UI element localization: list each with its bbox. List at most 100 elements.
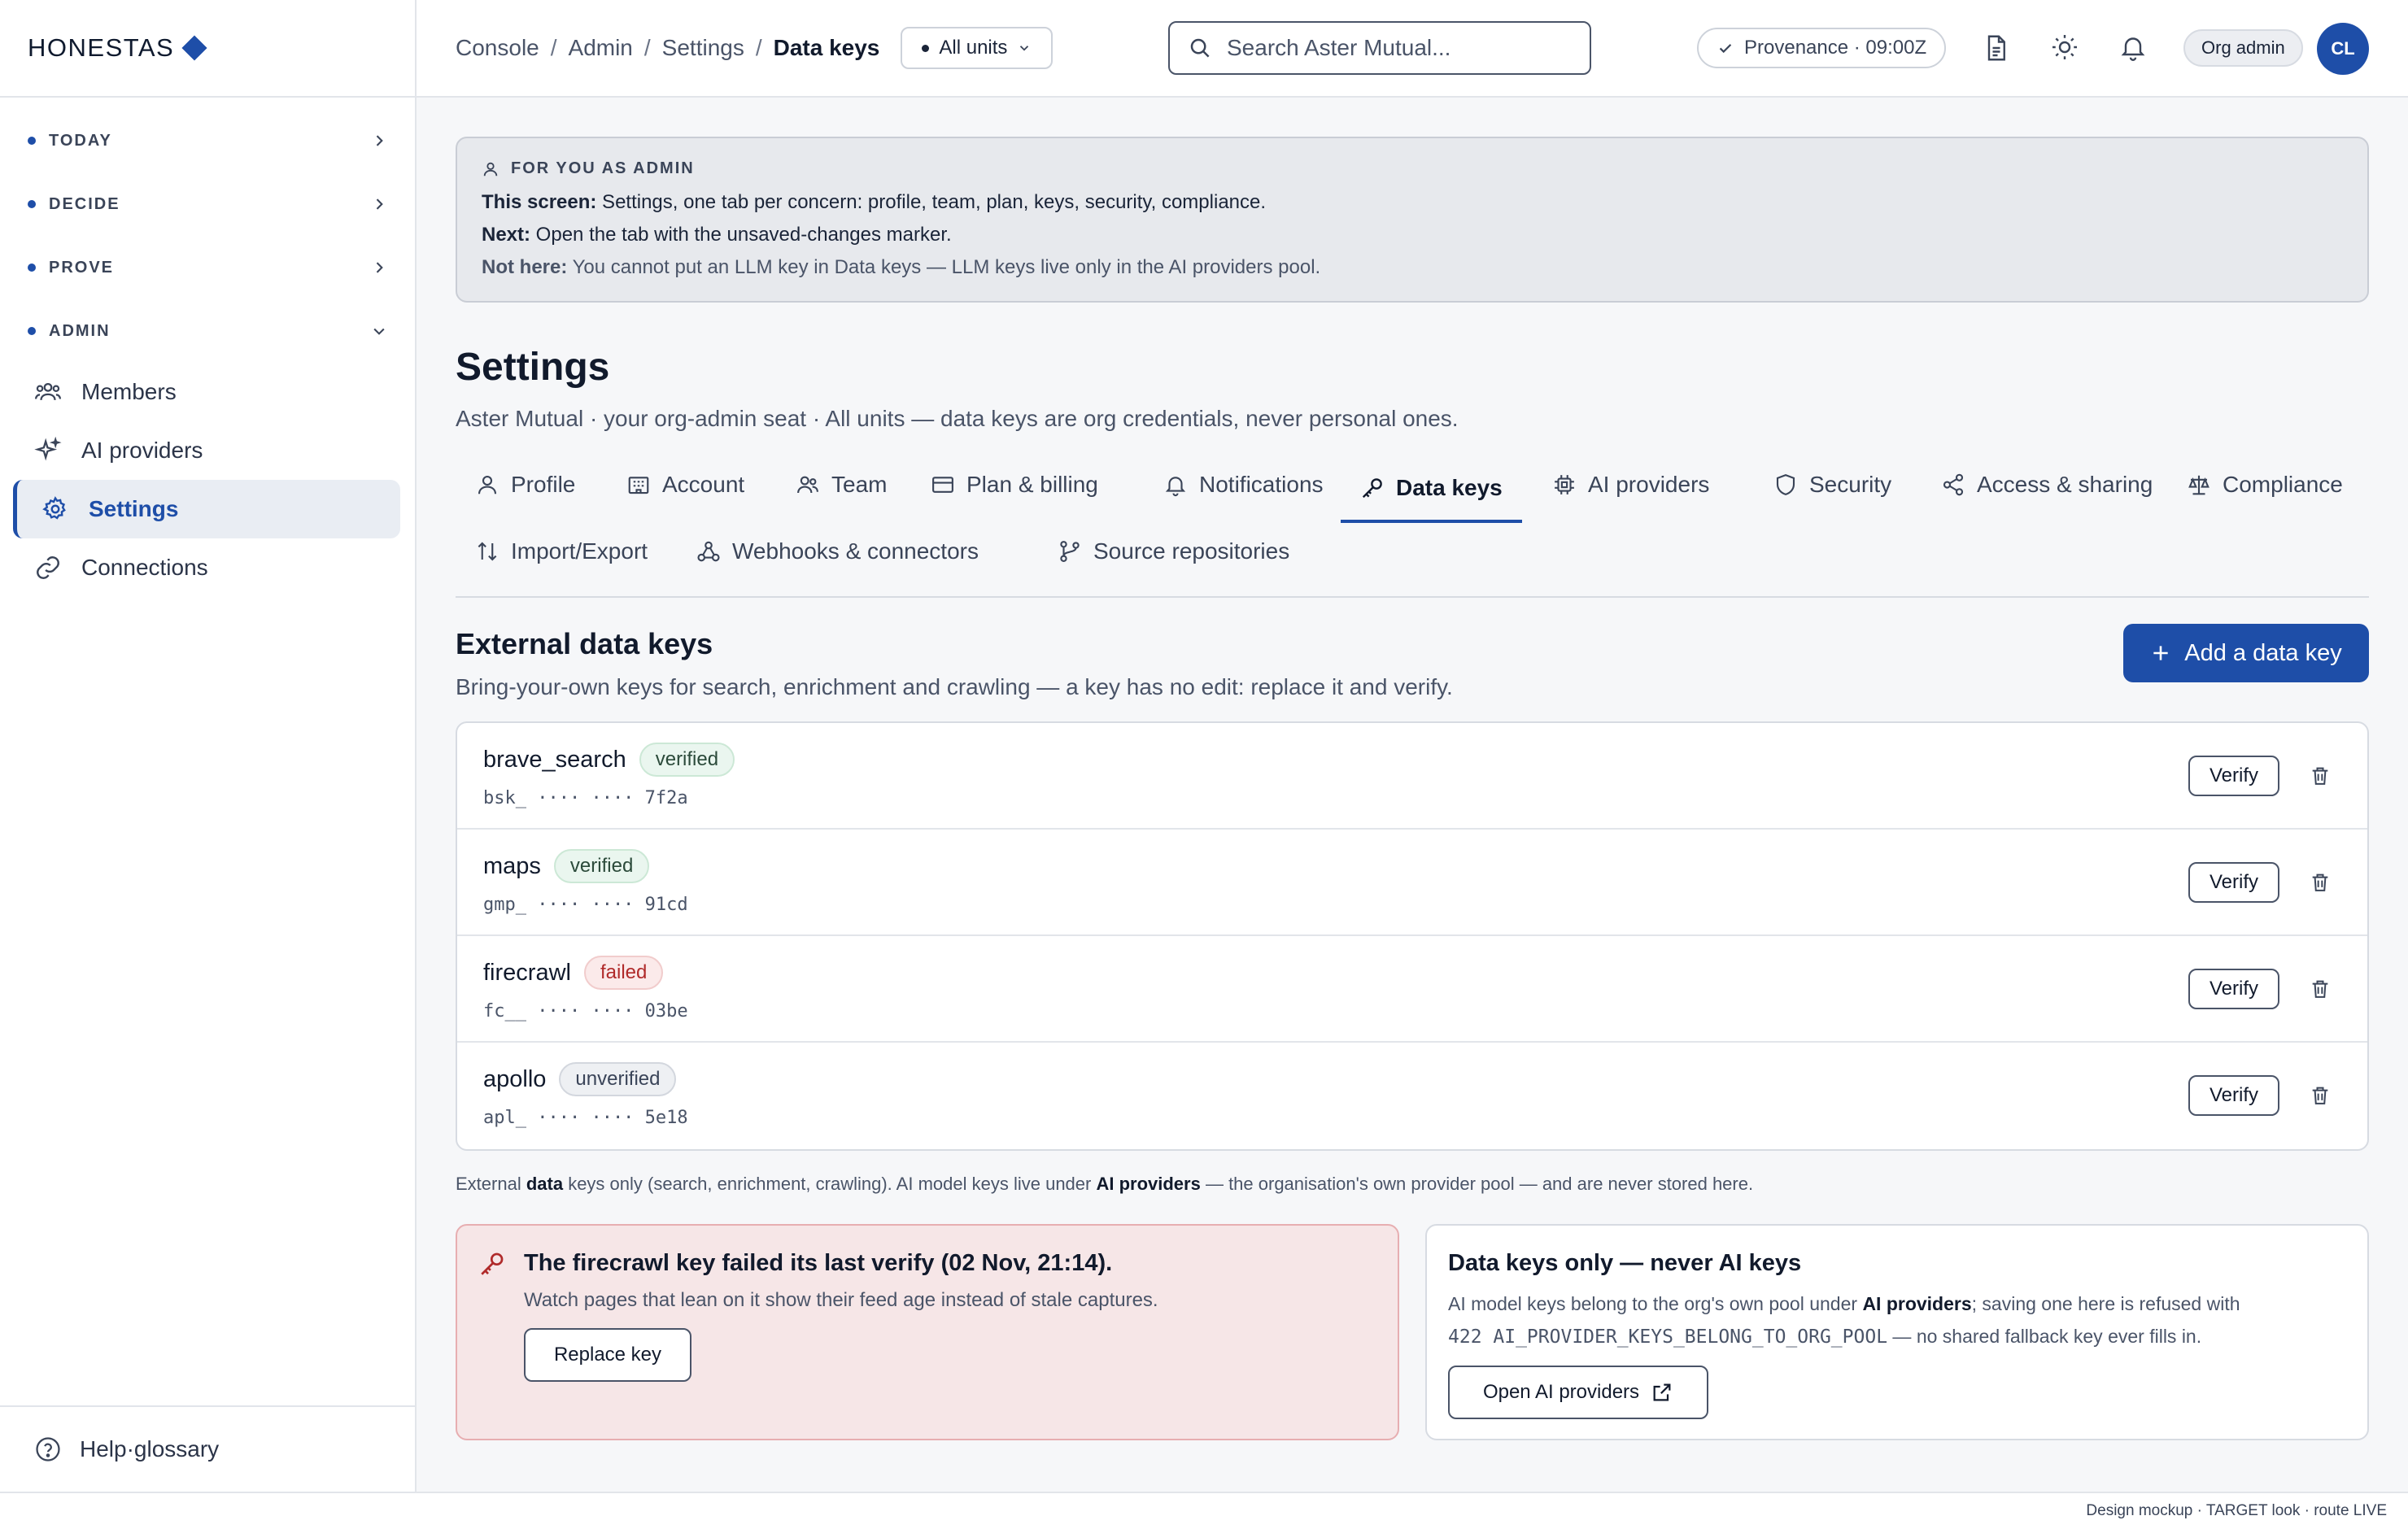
tab-compliance[interactable]: Compliance — [2167, 456, 2362, 513]
tab-import-export[interactable]: Import/Export — [456, 523, 667, 580]
search-input[interactable] — [1227, 35, 1568, 61]
brand-name: HONESTAS — [28, 33, 175, 62]
tab-label: Plan & billing — [966, 472, 1098, 497]
sidebar-item-ai-providers[interactable]: AI providers — [13, 421, 400, 480]
key-name: maps — [483, 852, 541, 879]
sidebar-item-members[interactable]: Members — [13, 363, 400, 421]
group-dot-icon — [28, 137, 36, 145]
key-mask: apl_ ···· ···· 5e18 — [483, 1108, 688, 1128]
verify-button[interactable]: Verify — [2188, 1075, 2279, 1116]
tab-label: Compliance — [2223, 472, 2343, 497]
breadcrumb-admin[interactable]: Admin — [569, 35, 633, 61]
info-title: Data keys only — never AI keys — [1448, 1250, 1802, 1276]
trash-icon[interactable] — [2309, 1083, 2332, 1108]
nav-group-label: PROVE — [49, 258, 115, 277]
key-row-maps: maps verified gmp_ ···· ···· 91cd Verify — [457, 830, 2367, 936]
trash-icon[interactable] — [2309, 870, 2332, 895]
sparkle-icon — [34, 437, 62, 461]
help-glossary-link[interactable]: Help·glossary — [0, 1405, 415, 1492]
nav-group-label: ADMIN — [49, 321, 111, 340]
data-keys-only-info: Data keys only — never AI keys AI model … — [1425, 1224, 2369, 1440]
user-icon — [478, 475, 497, 494]
tab-webhooks-connectors[interactable]: Webhooks & connectors — [677, 523, 998, 580]
tab-label: Security — [1809, 472, 1892, 497]
bell-icon[interactable] — [2118, 33, 2148, 62]
group-dot-icon — [28, 327, 36, 335]
tab-ai-providers[interactable]: AI providers — [1533, 456, 1729, 513]
tab-plan-billing[interactable]: Plan & billing — [911, 456, 1118, 513]
sidebar-item-connections[interactable]: Connections — [13, 538, 400, 597]
tab-notifications[interactable]: Notifications — [1144, 456, 1343, 513]
tab-access-sharing[interactable]: Access & sharing — [1922, 456, 2172, 513]
units-selector[interactable]: All units — [901, 27, 1054, 69]
plus-icon — [2153, 646, 2168, 660]
provenance-badge[interactable]: Provenance · 09:00Z — [1697, 28, 1947, 68]
nav-group-admin[interactable]: ADMIN — [0, 299, 415, 363]
tab-security[interactable]: Security — [1754, 456, 1911, 513]
key-icon — [1362, 478, 1382, 499]
verify-button[interactable]: Verify — [2188, 862, 2279, 903]
status-badge: failed — [583, 956, 664, 990]
key-name: firecrawl — [483, 959, 571, 986]
nav-group-today[interactable]: TODAY — [0, 109, 415, 172]
trash-icon[interactable] — [2309, 977, 2332, 1001]
tab-label: Import/Export — [511, 538, 648, 564]
data-keys-footnote: External data keys only (search, enrichm… — [456, 1174, 1754, 1194]
status-bar-text: Design mockup · TARGET look · route LIVE — [2086, 1502, 2387, 1519]
key-name: apollo — [483, 1065, 547, 1092]
tab-account[interactable]: Account — [607, 456, 764, 513]
tab-label: Access & sharing — [1977, 472, 2153, 497]
error-code: 422 AI_PROVIDER_KEYS_BELONG_TO_ORG_POOL — [1448, 1326, 1888, 1348]
check-icon — [1719, 44, 1732, 54]
key-mask: bsk_ ···· ···· 7f2a — [483, 788, 688, 808]
theme-sun-icon[interactable] — [2050, 33, 2079, 62]
user-icon — [483, 162, 498, 176]
key-row-brave-search: brave_search verified bsk_ ···· ···· 7f2… — [457, 723, 2367, 830]
key-mask: fc__ ···· ···· 03be — [483, 1001, 688, 1022]
help-icon — [36, 1437, 60, 1461]
nav-group-prove[interactable]: PROVE — [0, 236, 415, 299]
bell-icon — [1165, 477, 1186, 497]
role-badge[interactable]: Org admin — [2183, 29, 2303, 67]
sidebar-item-settings[interactable]: Settings — [13, 480, 400, 538]
tab-label: Account — [662, 472, 745, 497]
chip-icon — [1555, 475, 1574, 494]
document-icon[interactable] — [1982, 33, 2011, 63]
external-link-icon — [1653, 1383, 1671, 1401]
tab-profile[interactable]: Profile — [456, 456, 595, 513]
breadcrumb-console[interactable]: Console — [456, 35, 539, 61]
settings-tabs: Profile Account Team Plan & billing Noti… — [456, 456, 2369, 598]
help-glossary-label: Help·glossary — [80, 1436, 220, 1461]
open-ai-providers-button[interactable]: Open AI providers — [1448, 1366, 1708, 1419]
status-bar: Design mockup · TARGET look · route LIVE — [0, 1492, 2408, 1529]
verify-button[interactable]: Verify — [2188, 969, 2279, 1009]
gear-icon — [42, 496, 66, 520]
section-title: External data keys — [456, 627, 713, 660]
breadcrumb-separator: / — [550, 35, 557, 60]
add-data-key-button[interactable]: Add a data key — [2123, 624, 2369, 682]
tab-label: Notifications — [1199, 472, 1324, 497]
avatar[interactable]: CL — [2317, 23, 2369, 75]
tab-label: Webhooks & connectors — [732, 538, 979, 564]
members-icon — [34, 382, 62, 401]
nav-group-decide[interactable]: DECIDE — [0, 172, 415, 236]
brand-logo[interactable]: HONESTAS — [0, 0, 415, 98]
trash-icon[interactable] — [2309, 764, 2332, 788]
breadcrumb: Console / Admin / Settings / Data keys — [456, 35, 879, 61]
chevron-right-icon — [376, 135, 383, 146]
key-row-firecrawl: firecrawl failed fc__ ···· ···· 03be Ver… — [457, 936, 2367, 1043]
group-dot-icon — [28, 200, 36, 208]
replace-key-button[interactable]: Replace key — [524, 1328, 691, 1382]
card-icon — [932, 477, 953, 493]
tab-team[interactable]: Team — [776, 456, 906, 513]
tab-data-keys[interactable]: Data keys — [1341, 456, 1522, 523]
chevron-right-icon — [376, 198, 383, 210]
status-badge: verified — [553, 849, 650, 883]
share-icon — [1943, 473, 1964, 496]
breadcrumb-settings[interactable]: Settings — [662, 35, 744, 61]
tab-source-repositories[interactable]: Source repositories — [1038, 523, 1309, 580]
verify-button[interactable]: Verify — [2188, 756, 2279, 796]
building-icon — [628, 477, 649, 494]
nav-group-label: TODAY — [49, 131, 112, 150]
key-name: brave_search — [483, 746, 626, 773]
